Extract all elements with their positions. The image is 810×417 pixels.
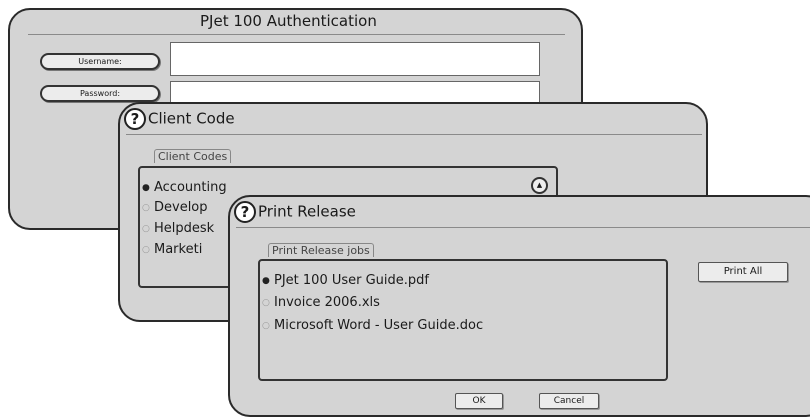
scroll-up-arrow-icon[interactable]: ▲ (531, 177, 548, 194)
auth-title: PJet 100 Authentication (200, 12, 377, 30)
auth-title-divider (28, 34, 565, 35)
print-job-item[interactable]: ● PJet 100 User Guide.pdf (262, 273, 429, 288)
client-code-item[interactable]: ● Accounting (142, 180, 227, 195)
radio-selected-icon: ● (262, 275, 270, 286)
username-label-button[interactable]: Username: (40, 53, 160, 70)
print-job-item[interactable]: ○ Microsoft Word - User Guide.doc (262, 318, 483, 333)
client-code-divider (126, 134, 702, 135)
client-code-label: Helpdesk (154, 221, 215, 236)
client-code-item[interactable]: ○ Develop (142, 200, 208, 215)
radio-unselected-icon: ○ (142, 202, 150, 213)
radio-selected-icon: ● (142, 182, 150, 193)
help-icon[interactable]: ? (124, 108, 146, 130)
client-code-item[interactable]: ○ Helpdesk (142, 221, 214, 236)
client-code-label: Develop (154, 200, 208, 215)
print-release-title: ? Print Release (234, 201, 356, 223)
radio-unselected-icon: ○ (142, 244, 150, 255)
client-code-label: Accounting (154, 180, 227, 195)
client-codes-legend: Client Codes (154, 149, 232, 163)
cancel-button[interactable]: Cancel (539, 393, 599, 409)
username-field[interactable] (170, 42, 540, 76)
print-all-button[interactable]: Print All (698, 262, 788, 282)
ok-button[interactable]: OK (455, 393, 503, 409)
radio-unselected-icon: ○ (262, 320, 270, 331)
client-code-label: Marketi (154, 242, 203, 257)
print-release-jobs-legend: Print Release jobs (268, 243, 374, 257)
radio-unselected-icon: ○ (142, 223, 150, 234)
print-release-dialog: ? Print Release Print Release jobs ● PJet… (228, 195, 810, 417)
print-job-label: Invoice 2006.xls (274, 295, 380, 310)
print-job-label: PJet 100 User Guide.pdf (274, 273, 429, 288)
print-job-item[interactable]: ○ Invoice 2006.xls (262, 295, 380, 310)
client-code-title-text: Client Code (148, 109, 235, 128)
client-code-title: ? Client Code (124, 108, 235, 130)
print-release-divider (236, 227, 810, 228)
radio-unselected-icon: ○ (262, 297, 270, 308)
print-release-title-text: Print Release (258, 202, 356, 221)
help-icon[interactable]: ? (234, 201, 256, 223)
password-label-button[interactable]: Password: (40, 85, 160, 102)
client-code-item[interactable]: ○ Marketi (142, 242, 202, 257)
print-job-label: Microsoft Word - User Guide.doc (274, 318, 484, 333)
